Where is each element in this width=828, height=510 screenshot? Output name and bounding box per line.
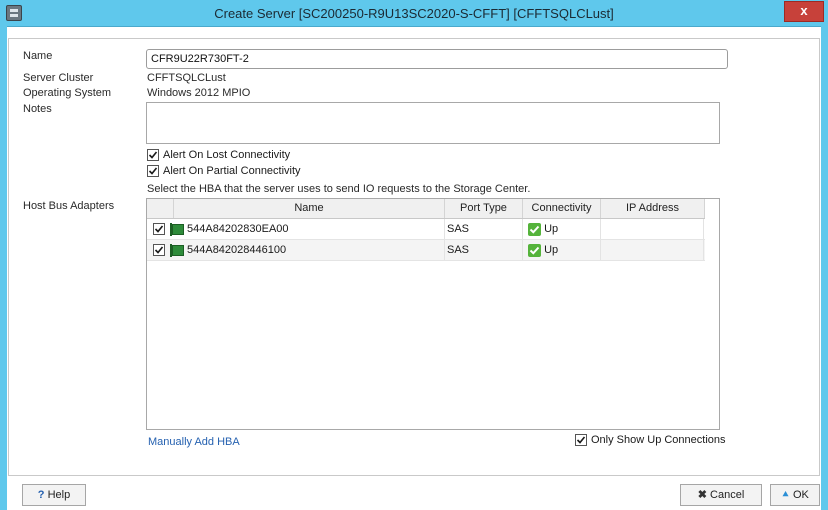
create-server-form: Name Server Cluster CFFTSQLCLust Operati… [8,38,820,476]
cancel-button-label: Cancel [710,489,745,501]
hba-row-checkbox[interactable] [153,244,165,257]
cancel-button[interactable]: ✖ Cancel [680,484,762,506]
alert-lost-connectivity-label: Alert On Lost Connectivity [163,149,291,162]
alert-lost-connectivity-row[interactable]: Alert On Lost Connectivity [147,149,291,162]
name-input[interactable] [146,49,728,69]
hba-icon [170,244,184,257]
alert-partial-connectivity-checkbox[interactable] [147,165,159,178]
ok-button-label: OK [792,489,809,501]
hba-table-header: Name Port Type Connectivity IP Address [147,199,705,219]
table-row[interactable]: 544A842028446100 SAS Up [147,240,705,261]
hba-port-type: SAS [447,223,470,235]
operating-system-value: Windows 2012 MPIO [147,87,251,99]
only-show-up-connections-row[interactable]: Only Show Up Connections [575,434,726,447]
window-title: Create Server [SC200250-R9U13SC2020-S-CF… [214,6,614,21]
host-bus-adapters-label: Host Bus Adapters [23,200,115,212]
window-left-border [0,26,7,510]
window-titlebar: Create Server [SC200250-R9U13SC2020-S-CF… [0,0,828,27]
column-header-connectivity[interactable]: Connectivity [523,199,601,218]
hba-connectivity-label: Up [544,223,559,235]
cancel-x-icon: ✖ [697,489,707,501]
help-button[interactable]: ? Help [22,484,86,506]
help-icon: ? [37,489,45,501]
up-arrow-icon: ⯅ [781,489,790,501]
checkmark-icon [576,436,586,444]
server-cluster-label: Server Cluster [23,72,94,84]
hba-connectivity-label: Up [544,244,559,256]
name-label: Name [23,50,53,62]
hba-connectivity: Up [528,240,558,260]
hba-port-type: SAS [447,244,470,256]
status-ok-icon [528,222,541,236]
alert-lost-connectivity-checkbox[interactable] [147,149,159,162]
server-cluster-value: CFFTSQLCLust [147,72,226,84]
column-header-port-type[interactable]: Port Type [445,199,523,218]
hba-connectivity: Up [528,219,558,239]
hba-row-checkbox[interactable] [153,223,165,236]
ok-button[interactable]: ⯅ OK [770,484,820,506]
manually-add-hba-link[interactable]: Manually Add HBA [148,436,240,448]
column-header-ip-address[interactable]: IP Address [601,199,705,218]
checkmark-icon [154,225,164,233]
table-row[interactable]: 544A84202830EA00 SAS Up [147,219,705,240]
checkmark-icon [148,151,158,159]
checkmark-icon [154,246,164,254]
hba-name: 544A842028446100 [187,244,287,256]
alert-partial-connectivity-label: Alert On Partial Connectivity [163,165,301,178]
only-show-up-connections-label: Only Show Up Connections [591,434,726,447]
notes-textarea[interactable] [146,102,720,144]
only-show-up-connections-checkbox[interactable] [575,434,587,447]
status-ok-icon [528,243,541,257]
operating-system-label: Operating System [23,87,112,99]
checkmark-icon [148,167,158,175]
window-right-border [821,26,828,510]
hba-instruction: Select the HBA that the server uses to s… [147,183,531,195]
help-button-label: Help [47,489,71,501]
select-column-header [147,199,174,218]
hba-table: Name Port Type Connectivity IP Address 5… [146,198,720,430]
hba-icon [170,223,184,236]
hba-name: 544A84202830EA00 [187,223,289,235]
close-button[interactable]: x [784,1,824,22]
column-header-name[interactable]: Name [174,199,445,218]
alert-partial-connectivity-row[interactable]: Alert On Partial Connectivity [147,165,301,178]
notes-label: Notes [23,103,52,115]
